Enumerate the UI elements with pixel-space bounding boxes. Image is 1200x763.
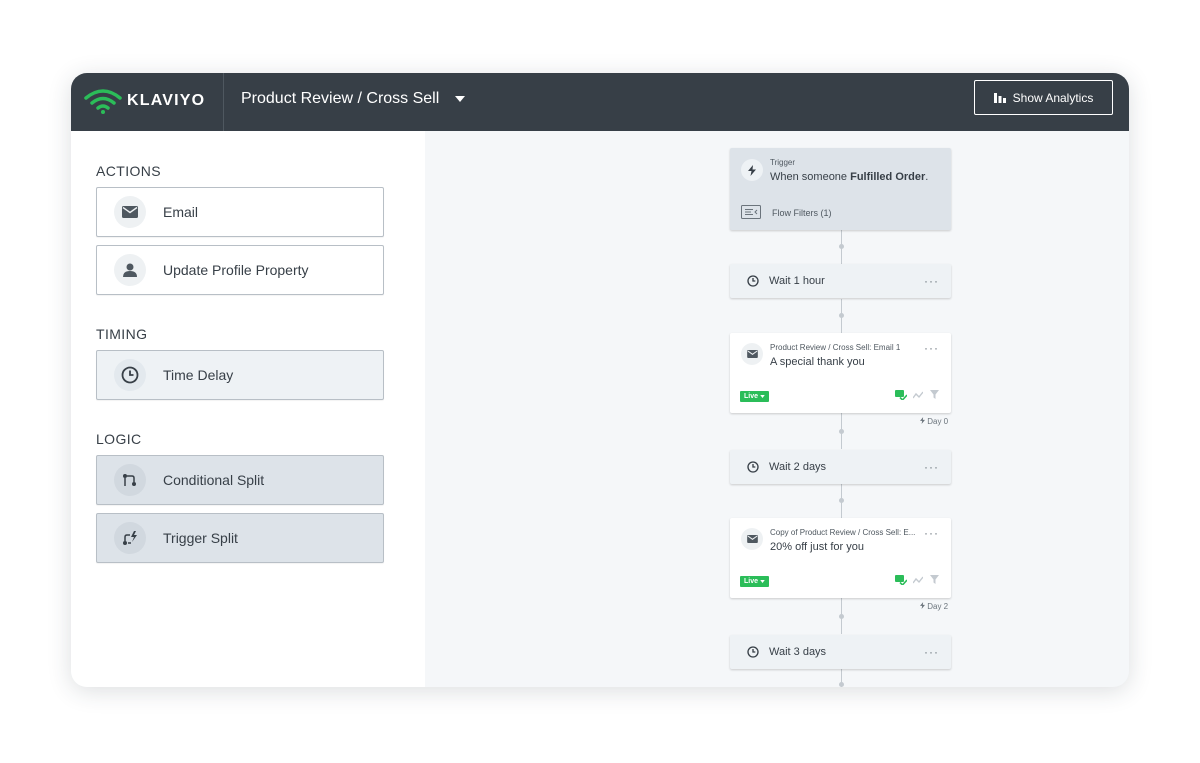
logic-heading: LOGIC (96, 431, 142, 447)
email-subject: 20% off just for you (770, 541, 864, 553)
actions-heading: ACTIONS (96, 163, 162, 179)
more-options-button[interactable]: ··· (924, 341, 939, 355)
live-status-badge[interactable]: Live (740, 391, 770, 402)
tile-label: Update Profile Property (163, 262, 309, 278)
wait-label: Wait 2 days (769, 461, 827, 473)
clock-icon (747, 275, 759, 287)
email-subject: A special thank you (770, 356, 865, 368)
show-analytics-button[interactable]: Show Analytics (974, 80, 1113, 115)
tile-icon-circle (114, 464, 146, 496)
lightning-icon (920, 602, 925, 609)
wait-card[interactable]: Wait 2 days ··· (730, 450, 951, 484)
caret-down-icon (760, 395, 765, 398)
bar-chart-icon (993, 93, 1006, 103)
update-profile-property-tile[interactable]: Update Profile Property (96, 245, 384, 295)
tile-icon-circle (114, 254, 146, 286)
trigger-description: When someone Fulfilled Order. (770, 171, 929, 183)
email-icon-circle (741, 343, 763, 365)
trend-icon (913, 576, 923, 584)
filter-icon (930, 390, 939, 399)
trigger-label: Trigger (770, 158, 796, 167)
brand-name: KLAVIYO (127, 92, 206, 109)
flow-canvas[interactable]: Trigger When someone Fulfilled Order. Fl… (425, 131, 1129, 687)
wait-label: Wait 1 hour (769, 275, 825, 287)
email-name: Product Review / Cross Sell: Email 1 (770, 343, 901, 352)
tile-label: Conditional Split (163, 472, 265, 488)
lightning-icon (920, 417, 925, 424)
clock-icon (747, 461, 759, 473)
clock-icon (121, 366, 139, 384)
header-divider (223, 73, 224, 131)
day-marker: Day 0 (920, 417, 948, 426)
filter-list-icon (741, 205, 761, 219)
trigger-metric: Fulfilled Order (850, 171, 926, 183)
wait-label: Wait 3 days (769, 646, 827, 658)
filter-icon (930, 575, 939, 584)
components-sidebar: ACTIONS Email Update Profile Property TI… (71, 131, 425, 687)
day-marker: Day 2 (920, 602, 948, 611)
connector-dot (839, 429, 844, 434)
clock-icon (747, 646, 759, 658)
tile-icon-circle (114, 522, 146, 554)
wait-card[interactable]: Wait 1 hour ··· (730, 264, 951, 298)
klaviyo-logo[interactable]: KLAVIYO (84, 86, 205, 116)
tile-icon-circle (114, 196, 146, 228)
flow-filters-link[interactable]: Flow Filters (1) (772, 208, 832, 218)
email-card[interactable]: Copy of Product Review / Cross Sell: E..… (730, 518, 951, 598)
trend-icon (913, 391, 923, 399)
email-name: Copy of Product Review / Cross Sell: E..… (770, 528, 916, 537)
connector-dot (839, 313, 844, 318)
split-icon (123, 474, 136, 486)
connector-dot (839, 682, 844, 687)
status-label: Live (744, 578, 759, 585)
timing-heading: TIMING (96, 326, 148, 342)
chevron-down-icon[interactable] (454, 95, 466, 103)
flow-title[interactable]: Product Review / Cross Sell (241, 89, 439, 109)
tile-label: Time Delay (163, 367, 234, 383)
lightning-icon (748, 164, 756, 176)
tile-icon-circle (114, 359, 146, 391)
wait-card[interactable]: Wait 3 days ··· (730, 635, 951, 669)
person-icon (123, 263, 137, 277)
status-label: Live (744, 393, 759, 400)
caret-down-icon (760, 580, 765, 583)
envelope-icon (746, 350, 758, 358)
top-bar: KLAVIYO Product Review / Cross Sell Show… (71, 73, 1129, 131)
trigger-icon-circle (741, 159, 763, 181)
live-status-badge[interactable]: Live (740, 576, 770, 587)
envelope-icon (122, 206, 138, 218)
envelope-icon (746, 535, 758, 543)
smart-sending-check-icon (895, 575, 907, 585)
trigger-card[interactable]: Trigger When someone Fulfilled Order. Fl… (730, 148, 951, 230)
trigger-split-tile[interactable]: Trigger Split (96, 513, 384, 563)
more-options-button[interactable]: ··· (924, 526, 939, 540)
wifi-logo-icon (84, 89, 122, 114)
smart-sending-check-icon (895, 390, 907, 400)
flow-editor-window: KLAVIYO Product Review / Cross Sell Show… (71, 73, 1129, 687)
time-delay-tile[interactable]: Time Delay (96, 350, 384, 400)
connector-dot (839, 498, 844, 503)
connector-dot (839, 244, 844, 249)
more-options-button[interactable]: ··· (924, 460, 939, 474)
conditional-split-tile[interactable]: Conditional Split (96, 455, 384, 505)
trigger-split-icon (123, 531, 137, 545)
email-card[interactable]: Product Review / Cross Sell: Email 1 A s… (730, 333, 951, 413)
tile-label: Email (163, 204, 199, 220)
connector-dot (839, 614, 844, 619)
more-options-button[interactable]: ··· (924, 645, 939, 659)
email-icon-circle (741, 528, 763, 550)
tile-label: Trigger Split (163, 530, 238, 546)
email-action-tile[interactable]: Email (96, 187, 384, 237)
show-analytics-label: Show Analytics (1012, 90, 1094, 105)
more-options-button[interactable]: ··· (924, 274, 939, 288)
